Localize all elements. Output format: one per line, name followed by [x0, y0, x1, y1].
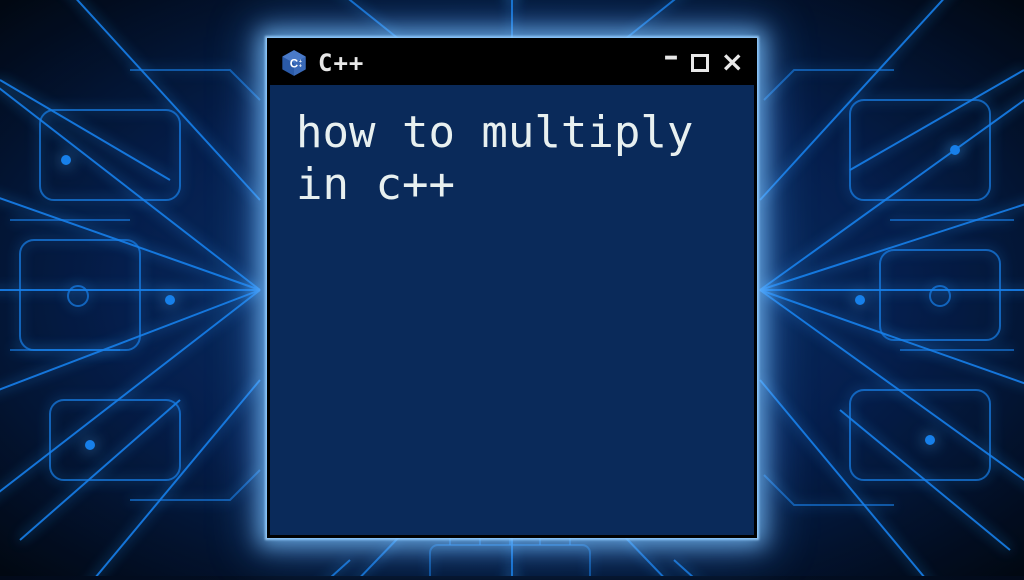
svg-text:C: C — [290, 58, 299, 71]
maximize-button[interactable] — [691, 54, 709, 72]
terminal-body: how to multiply in c++ — [270, 85, 754, 535]
minimize-button[interactable]: – — [664, 42, 679, 72]
window-title: C++ — [318, 49, 654, 77]
svg-text:+: + — [299, 64, 302, 70]
terminal-window: C + + C++ – × how to multiply in c++ — [267, 38, 757, 538]
cpp-logo-icon: C + + — [280, 49, 308, 77]
close-button[interactable]: × — [721, 48, 744, 76]
titlebar[interactable]: C + + C++ – × — [270, 41, 754, 85]
window-controls: – × — [664, 48, 744, 78]
body-text: how to multiply in c++ — [296, 107, 693, 210]
